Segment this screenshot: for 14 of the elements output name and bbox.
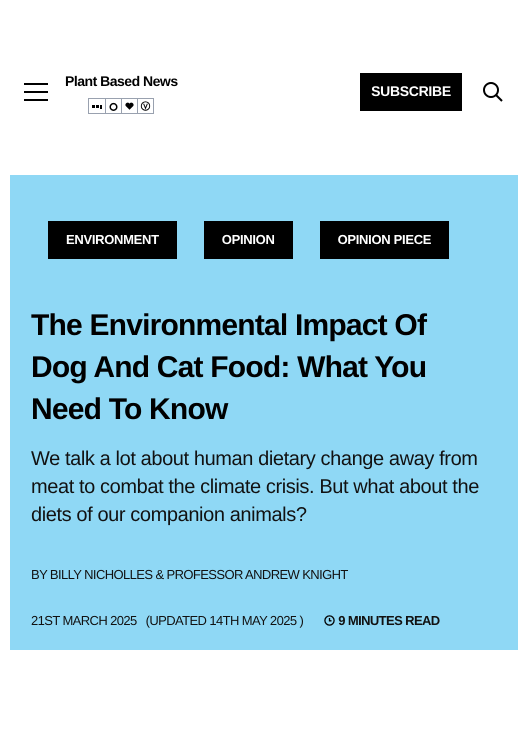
article-standfirst: We talk a lot about human dietary change away from meat to combat the climate crisis. But what about the diets of our companion animals? [31, 447, 480, 528]
category-tag[interactable]: ENVIRONMENT [48, 221, 177, 259]
clock-icon [324, 614, 336, 626]
article-title: The Environmental Impact Of Dog And Cat Food: What You Need To Know [31, 308, 428, 428]
search-icon[interactable] [482, 80, 504, 102]
menu-icon[interactable] [24, 82, 48, 100]
publish-date: 21ST MARCH 2025 [31, 612, 137, 630]
updated-date: (UPDATED 14TH MAY 2025 ) [146, 612, 304, 630]
category-tag[interactable]: OPINION PIECE [320, 221, 450, 259]
subscribe-button[interactable]: SUBSCRIBE [360, 72, 462, 110]
category-tag[interactable]: OPINION [204, 221, 293, 259]
site-logo[interactable]: Plant Based News [65, 71, 178, 92]
read-time: 9 MINUTES READ [338, 612, 440, 630]
article-byline: BY BILLY NICHOLLES & PROFESSOR ANDREW KNIGHT [31, 566, 349, 584]
